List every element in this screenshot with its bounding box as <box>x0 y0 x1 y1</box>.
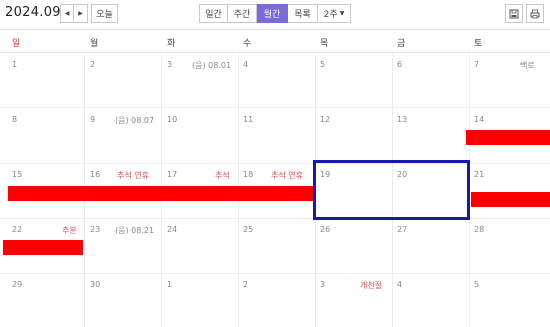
day-cell-number[interactable]: 6 <box>397 60 402 69</box>
nav-group: ◀ ▶ 오늘 <box>60 4 118 23</box>
caret-down-icon: ▼ <box>339 10 345 17</box>
weekday-sun: 일 <box>12 39 21 49</box>
day-cell-number[interactable]: 12 <box>320 115 330 124</box>
day-cell-number[interactable]: 7 <box>474 60 479 69</box>
row-divider <box>0 273 550 274</box>
print-button[interactable] <box>526 4 544 23</box>
weekday-header: 일 월 화 수 목 금 토 <box>0 29 550 53</box>
holiday-label: 추석 <box>215 171 230 180</box>
day-cell-number[interactable]: 14 <box>474 115 484 124</box>
view-week-button[interactable]: 주간 <box>228 4 257 23</box>
day-cell-number[interactable]: 23 <box>90 225 100 234</box>
day-cell-number[interactable]: 4 <box>397 280 402 289</box>
chevron-right-icon: ▶ <box>78 10 83 17</box>
day-cell-number[interactable]: 22 <box>12 225 22 234</box>
view-switcher: 일간 주간 월간 목록 2주 ▼ <box>199 4 351 23</box>
day-cell-number[interactable]: 1 <box>167 280 172 289</box>
solar-term-label: 추분 <box>62 226 77 235</box>
solar-term-label: 백로 <box>520 61 535 70</box>
holiday-label: 추석 연휴 <box>117 171 149 180</box>
day-cell-number[interactable]: 27 <box>397 225 407 234</box>
lunar-date-label: (음) 08.01 <box>192 61 232 70</box>
day-cell-number[interactable]: 2 <box>90 60 95 69</box>
day-cell-number[interactable]: 10 <box>167 115 177 124</box>
day-cell-number[interactable]: 25 <box>243 225 253 234</box>
today-button[interactable]: 오늘 <box>91 4 118 23</box>
row-divider <box>0 107 550 108</box>
selection-highlight <box>313 160 470 220</box>
save-button[interactable] <box>505 4 523 23</box>
day-cell-number[interactable]: 16 <box>90 170 100 179</box>
day-cell-number[interactable]: 17 <box>167 170 177 179</box>
weekday-mon: 월 <box>90 39 99 49</box>
weekday-wed: 수 <box>243 39 252 49</box>
day-cell-number[interactable]: 5 <box>474 280 479 289</box>
holiday-label: 개천절 <box>360 281 383 290</box>
day-cell-number[interactable]: 26 <box>320 225 330 234</box>
day-cell-number[interactable]: 30 <box>90 280 100 289</box>
event-bar[interactable] <box>471 192 550 207</box>
day-cell-number[interactable]: 2 <box>243 280 248 289</box>
day-cell-number[interactable]: 4 <box>243 60 248 69</box>
day-cell-number[interactable]: 24 <box>167 225 177 234</box>
save-icon <box>509 9 519 18</box>
event-bar[interactable] <box>8 186 314 201</box>
day-cell-number[interactable]: 3 <box>167 60 172 69</box>
lunar-date-label: (음) 08.07 <box>115 116 155 125</box>
weekday-thu: 목 <box>320 39 329 49</box>
event-bar[interactable] <box>466 130 550 145</box>
holiday-label: 추석 연휴 <box>271 171 303 180</box>
day-cell-number[interactable]: 11 <box>243 115 253 124</box>
event-bar[interactable] <box>3 240 83 255</box>
view-month-button[interactable]: 월간 <box>257 4 288 23</box>
day-cell-number[interactable]: 5 <box>320 60 325 69</box>
day-cell-number[interactable]: 8 <box>12 115 17 124</box>
day-cell-number[interactable]: 18 <box>243 170 253 179</box>
day-cell-number[interactable]: 3 <box>320 280 325 289</box>
day-cell-number[interactable]: 15 <box>12 170 22 179</box>
day-cell-number[interactable]: 13 <box>397 115 407 124</box>
day-cell-number[interactable]: 9 <box>90 115 95 124</box>
day-cell-number[interactable]: 29 <box>12 280 22 289</box>
chevron-left-icon: ◀ <box>64 10 70 17</box>
day-cell-number[interactable]: 1 <box>12 60 17 69</box>
view-2week-label: 2주 <box>323 10 338 20</box>
month-title: 2024.09 <box>5 5 61 20</box>
print-icon <box>530 9 540 18</box>
view-day-button[interactable]: 일간 <box>199 4 228 23</box>
weekday-fri: 금 <box>397 39 406 49</box>
day-cell-number[interactable]: 28 <box>474 225 484 234</box>
weekday-sat: 토 <box>474 39 483 49</box>
view-list-button[interactable]: 목록 <box>288 4 318 23</box>
lunar-date-label: (음) 08.21 <box>115 226 155 235</box>
prev-month-button[interactable]: ◀ <box>60 4 74 23</box>
view-2week-dropdown[interactable]: 2주 ▼ <box>318 4 351 23</box>
next-month-button[interactable]: ▶ <box>74 4 88 23</box>
day-cell-number[interactable]: 21 <box>474 170 484 179</box>
weekday-tue: 화 <box>167 39 176 49</box>
